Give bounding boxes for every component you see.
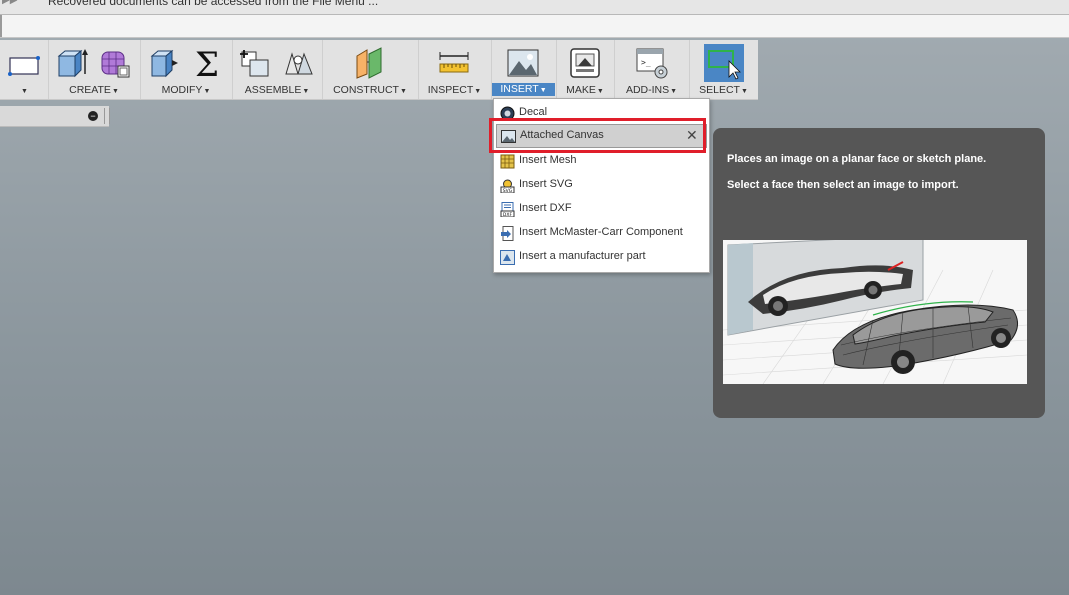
sketch-icon[interactable] xyxy=(8,46,42,80)
3d-print-icon[interactable] xyxy=(568,46,602,80)
dxf-file-icon: DXF xyxy=(500,202,515,217)
document-tab[interactable] xyxy=(0,15,1069,37)
scripts-addins-icon[interactable]: >_ xyxy=(635,46,669,80)
inspect-label: INSPECT xyxy=(427,84,474,96)
sketch-caret-icon: ▼ xyxy=(21,88,28,95)
make-caret-icon: ▼ xyxy=(596,88,604,95)
modify-label: MODIFY xyxy=(161,84,203,96)
inspect-caret-icon: ▼ xyxy=(474,88,482,95)
toolbar-group-create[interactable]: CREATE▼ xyxy=(48,40,141,99)
menu-item-label: Decal xyxy=(519,106,548,118)
addins-caret-icon: ▼ xyxy=(670,88,678,95)
svg-text:Σ: Σ xyxy=(195,46,219,80)
panel-grip-icon[interactable] xyxy=(104,108,110,124)
menu-item-insert-mesh[interactable]: Insert Mesh xyxy=(496,150,705,172)
assemble-label: ASSEMBLE xyxy=(244,84,302,96)
form-box-icon[interactable] xyxy=(98,46,132,80)
tooltip-line1: Places an image on a planar face or sket… xyxy=(727,153,987,165)
insert-caret-icon: ▼ xyxy=(539,87,547,94)
select-caret-icon: ▼ xyxy=(740,88,748,95)
menu-item-label: Insert Mesh xyxy=(519,154,577,166)
collapse-panel-icon[interactable]: − xyxy=(88,111,98,121)
menu-item-insert-dxf[interactable]: DXF Insert DXF xyxy=(496,198,705,220)
svg-text:DXF: DXF xyxy=(503,212,513,217)
modify-caret-icon: ▼ xyxy=(203,88,211,95)
offset-plane-icon[interactable] xyxy=(353,46,387,80)
toolbar-group-inspect[interactable]: INSPECT▼ xyxy=(418,40,492,99)
mcmaster-icon xyxy=(501,226,514,241)
new-component-icon[interactable] xyxy=(238,46,272,80)
addins-label: ADD-INS xyxy=(625,84,670,96)
svg-text:SVG: SVG xyxy=(503,188,513,193)
press-pull-icon[interactable] xyxy=(148,46,182,80)
extrude-box-icon[interactable] xyxy=(55,46,89,80)
attached-canvas-preview-image xyxy=(723,240,1027,384)
toolbar-group-assemble[interactable]: ASSEMBLE▼ xyxy=(232,40,323,99)
insert-label: INSERT xyxy=(500,83,539,95)
joint-icon[interactable] xyxy=(282,46,316,80)
menu-item-label: Insert McMaster-Carr Component xyxy=(519,226,683,238)
mesh-icon xyxy=(500,154,515,169)
menu-item-insert-manufacturer-part[interactable]: Insert a manufacturer part xyxy=(496,246,705,268)
create-label: CREATE xyxy=(69,84,111,96)
svg-text:>_: >_ xyxy=(641,58,651,67)
menu-item-label: Insert DXF xyxy=(519,202,572,214)
construct-label: CONSTRUCT xyxy=(333,84,399,96)
svg-file-icon: SVG xyxy=(500,179,515,193)
notification-bar: ▶▶ Recovered documents can be accessed f… xyxy=(0,0,1069,15)
nav-arrows-icon[interactable]: ▶▶ xyxy=(2,0,17,6)
select-window-icon[interactable] xyxy=(704,44,744,82)
document-tab-strip xyxy=(0,15,1069,38)
toolbar-group-select[interactable]: SELECT▼ xyxy=(689,40,758,99)
toolbar-group-modify[interactable]: Σ MODIFY▼ xyxy=(140,40,233,99)
notification-message[interactable]: Recovered documents can be accessed from… xyxy=(48,0,378,8)
browser-panel-header: − xyxy=(0,106,110,127)
toolbar-group-sketch[interactable]: ▼ xyxy=(0,40,49,99)
menu-item-insert-svg[interactable]: SVG Insert SVG xyxy=(496,174,705,196)
construct-caret-icon: ▼ xyxy=(399,88,407,95)
menu-item-label: Insert a manufacturer part xyxy=(519,250,646,262)
toolbar-group-insert[interactable]: INSERT▼ xyxy=(491,40,557,99)
insert-image-icon[interactable] xyxy=(506,46,540,80)
select-label: SELECT xyxy=(699,84,740,96)
measure-ruler-icon[interactable] xyxy=(437,46,471,80)
toolbar-group-make[interactable]: MAKE▼ xyxy=(556,40,615,99)
assemble-caret-icon: ▼ xyxy=(302,88,310,95)
sigma-parameters-icon[interactable]: Σ xyxy=(190,46,224,80)
make-label: MAKE xyxy=(566,84,596,96)
highlight-annotation-box xyxy=(489,118,706,153)
menu-item-label: Insert SVG xyxy=(519,178,573,190)
tooltip-panel: Places an image on a planar face or sket… xyxy=(713,128,1045,418)
toolbar-group-construct[interactable]: CONSTRUCT▼ xyxy=(322,40,419,99)
toolbar-group-addins[interactable]: >_ ADD-INS▼ xyxy=(614,40,690,99)
toolbar: ▼ CREATE▼ Σ MODIFY▼ ASSEMBLE▼ CONSTRUCT▼… xyxy=(0,40,758,100)
tooltip-line2: Select a face then select an image to im… xyxy=(727,179,959,191)
sketch-label: ▼ xyxy=(0,84,48,96)
manufacturer-part-icon xyxy=(500,250,515,265)
menu-item-insert-mcmaster[interactable]: Insert McMaster-Carr Component xyxy=(496,222,705,244)
create-caret-icon: ▼ xyxy=(111,88,119,95)
